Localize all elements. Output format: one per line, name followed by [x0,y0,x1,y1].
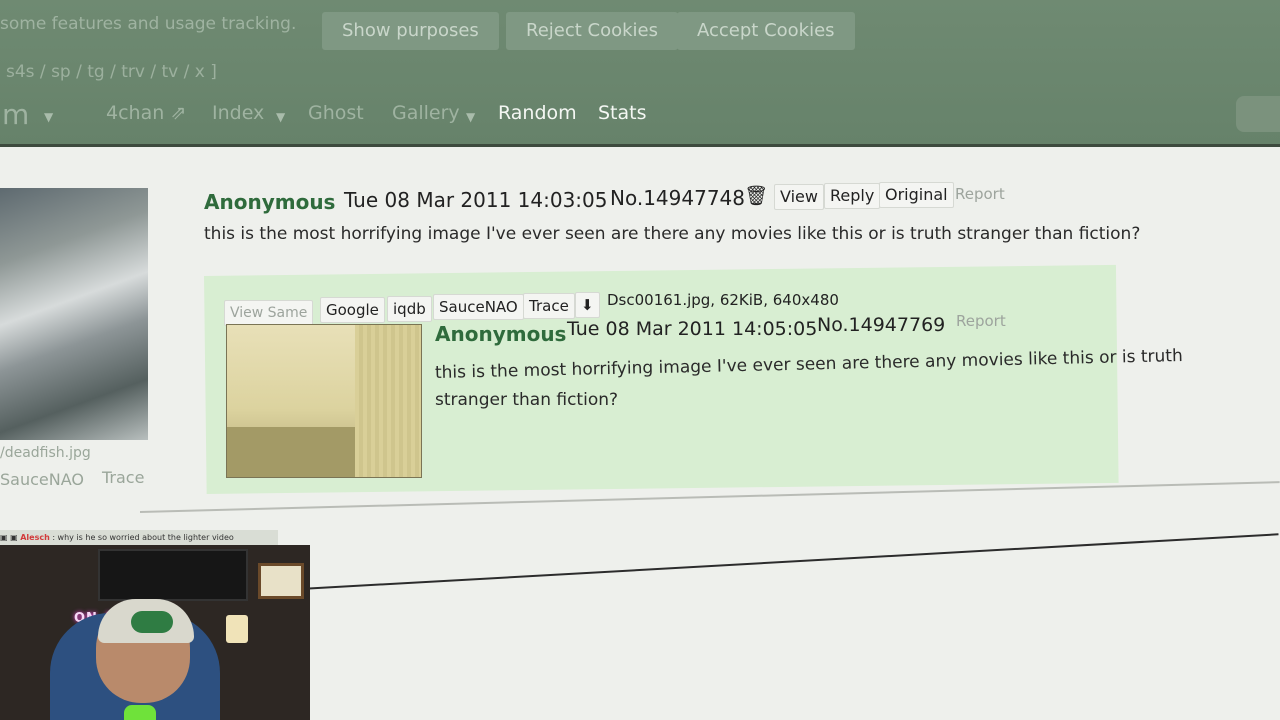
op-saucenao-link[interactable]: SauceNAO [0,470,84,489]
trace-button[interactable]: Trace [523,293,575,319]
reply-file-info[interactable]: Dsc00161.jpg, 62KiB, 640x480 [607,291,839,309]
thumbnail-floor [227,427,355,477]
nav-index[interactable]: Index [212,102,264,124]
reply-poster-name: Anonymous [435,322,567,346]
download-icon[interactable]: ⬇ [575,292,600,318]
reply-post-date: Tue 08 Mar 2011 14:05:05 [567,318,818,340]
show-purposes-button[interactable]: Show purposes [322,12,499,50]
saucenao-button[interactable]: SauceNAO [433,294,524,320]
chevron-down-icon[interactable]: ▼ [466,110,475,124]
op-post-number[interactable]: No.14947748 [610,186,745,210]
chevron-down-icon[interactable]: ▼ [276,110,285,124]
op-filename[interactable]: /deadfish.jpg [0,445,91,461]
external-link-icon: ⇗ [170,102,187,124]
iqdb-button[interactable]: iqdb [387,296,432,322]
op-reply-button[interactable]: Reply [824,183,881,209]
microphone-icon [124,705,156,720]
nav-gallery[interactable]: Gallery [392,102,460,124]
hat-logo-icon [131,611,173,633]
reply-text-line-2: stranger than fiction? [435,390,619,410]
stream-chat-line: ▣ ▣ Alesch : why is he so worried about … [0,530,278,545]
chat-username: Alesch [20,533,50,542]
cookie-notice-text: some features and usage tracking. [0,14,297,34]
op-trace-link[interactable]: Trace [102,468,144,487]
webcam-overlay: ON AIR [0,545,310,720]
reject-cookies-button[interactable]: Reject Cookies [506,12,678,50]
accept-cookies-button[interactable]: Accept Cookies [677,12,855,50]
framed-certificate [258,563,304,599]
nav-random[interactable]: Random [498,102,577,124]
background-tv [98,549,248,601]
chevron-down-icon[interactable]: ▼ [44,110,53,124]
op-post-text: this is the most horrifying image I've e… [204,224,1141,244]
chat-message: : why is he so worried about the lighter… [52,533,234,542]
op-original-button[interactable]: Original [879,182,954,208]
nav-stats[interactable]: Stats [598,102,647,124]
board-list[interactable]: s4s / sp / tg / trv / tv / x ] [6,62,217,82]
google-button[interactable]: Google [320,297,385,323]
op-view-button[interactable]: View [774,184,824,210]
board-name[interactable]: m [2,98,29,131]
trash-icon[interactable]: 🗑 [744,184,768,207]
site-header: some features and usage tracking. Show p… [0,0,1280,148]
thumbnail-wall [355,325,421,477]
nav-ghost[interactable]: Ghost [308,102,364,124]
op-post-date: Tue 08 Mar 2011 14:03:05 [344,188,608,212]
nav-4chan[interactable]: 4chan ⇗ [106,102,186,124]
chat-badge-icons: ▣ ▣ [0,533,21,542]
reply-post-number[interactable]: No.14947769 [817,314,945,336]
op-poster-name: Anonymous [204,190,336,214]
lamp [226,615,248,643]
reply-report-link[interactable]: Report [956,312,1006,330]
op-thumbnail-image[interactable] [0,188,148,440]
nav-4chan-label: 4chan [106,102,165,124]
header-search-pill[interactable] [1236,96,1280,132]
op-report-link[interactable]: Report [955,185,1005,203]
view-same-button[interactable]: View Same [224,300,314,326]
reply-thumbnail-image[interactable] [226,324,422,478]
